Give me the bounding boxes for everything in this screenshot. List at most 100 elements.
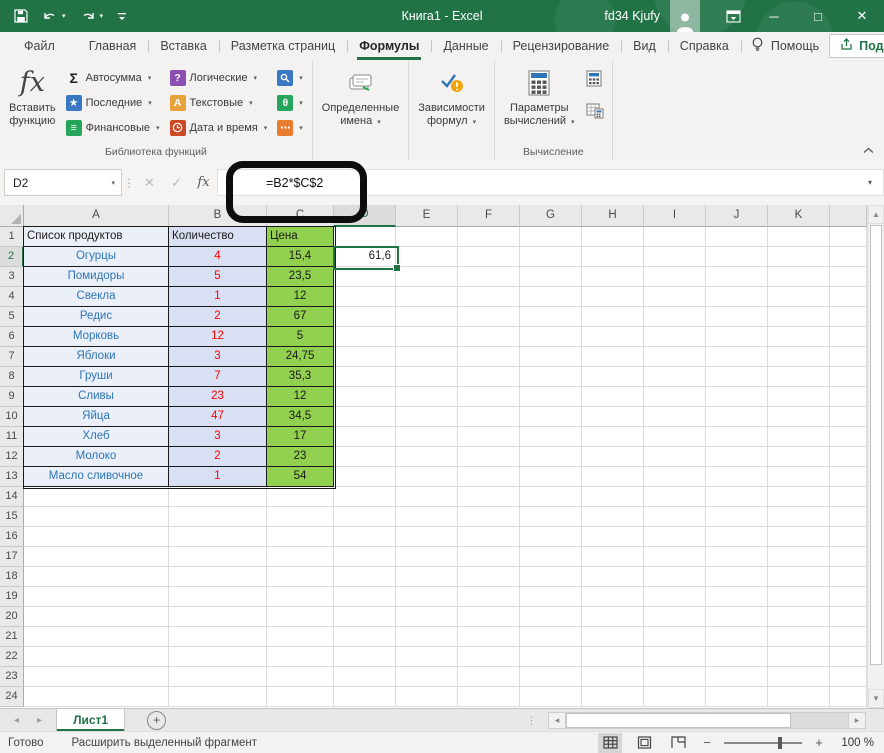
column-header-I[interactable]: I — [644, 205, 706, 227]
cell-F6[interactable] — [458, 327, 520, 347]
scroll-left-icon[interactable]: ◂ — [548, 712, 566, 729]
cell-A24[interactable] — [24, 687, 169, 707]
cell-partial-18[interactable] — [830, 567, 867, 587]
cell-J17[interactable] — [706, 547, 768, 567]
cell-F22[interactable] — [458, 647, 520, 667]
cell-K23[interactable] — [768, 667, 830, 687]
cell-partial-16[interactable] — [830, 527, 867, 547]
row-header-7[interactable]: 7 — [0, 347, 24, 367]
row-header-21[interactable]: 21 — [0, 627, 24, 647]
cell-A13[interactable]: Масло сливочное — [24, 467, 169, 487]
cell-E22[interactable] — [396, 647, 458, 667]
cell-A21[interactable] — [24, 627, 169, 647]
cell-D11[interactable] — [334, 427, 396, 447]
cell-A8[interactable]: Груши — [24, 367, 169, 387]
cell-B15[interactable] — [169, 507, 267, 527]
insert-function-fx-icon[interactable]: fx — [190, 170, 217, 195]
cell-D1[interactable] — [334, 227, 396, 247]
row-header-15[interactable]: 15 — [0, 507, 24, 527]
cell-I7[interactable] — [644, 347, 706, 367]
cell-J18[interactable] — [706, 567, 768, 587]
cell-H23[interactable] — [582, 667, 644, 687]
cell-J9[interactable] — [706, 387, 768, 407]
cell-F13[interactable] — [458, 467, 520, 487]
account-name[interactable]: fd34 Kjufy — [604, 9, 660, 23]
cell-B24[interactable] — [169, 687, 267, 707]
cell-I4[interactable] — [644, 287, 706, 307]
cell-B1[interactable]: Количество — [169, 227, 267, 247]
cell-J24[interactable] — [706, 687, 768, 707]
cell-I10[interactable] — [644, 407, 706, 427]
normal-view-icon[interactable] — [598, 733, 622, 753]
cell-E1[interactable] — [396, 227, 458, 247]
cell-J22[interactable] — [706, 647, 768, 667]
cell-H8[interactable] — [582, 367, 644, 387]
cell-E3[interactable] — [396, 267, 458, 287]
next-sheet-icon[interactable]: ▸ — [37, 715, 42, 726]
column-header-K[interactable]: K — [768, 205, 830, 227]
cell-F18[interactable] — [458, 567, 520, 587]
more-functions-button[interactable]: ⋯▾ — [272, 115, 308, 140]
cell-partial-14[interactable] — [830, 487, 867, 507]
tab-справка[interactable]: Справка — [668, 32, 741, 60]
cell-D24[interactable] — [334, 687, 396, 707]
текстовые-button[interactable]: AТекстовые▾ — [165, 90, 273, 115]
логические-button[interactable]: ?Логические▾ — [165, 65, 273, 90]
selection-mode-indicator[interactable]: Расширить выделенный фрагмент — [72, 737, 258, 749]
cell-H13[interactable] — [582, 467, 644, 487]
cell-K4[interactable] — [768, 287, 830, 307]
cell-C5[interactable]: 67 — [267, 307, 334, 327]
add-sheet-icon[interactable]: + — [147, 711, 166, 730]
cell-E17[interactable] — [396, 547, 458, 567]
row-header-20[interactable]: 20 — [0, 607, 24, 627]
cell-partial-17[interactable] — [830, 547, 867, 567]
row-header-8[interactable]: 8 — [0, 367, 24, 387]
user-avatar[interactable] — [670, 0, 700, 32]
cell-H7[interactable] — [582, 347, 644, 367]
cell-A6[interactable]: Морковь — [24, 327, 169, 347]
cell-D13[interactable] — [334, 467, 396, 487]
defined-names-button[interactable]: Определенныеимена ▾ — [317, 62, 404, 129]
cell-H15[interactable] — [582, 507, 644, 527]
name-box-dropdown-icon[interactable]: ▾ — [111, 179, 115, 187]
cell-J16[interactable] — [706, 527, 768, 547]
cell-A7[interactable]: Яблоки — [24, 347, 169, 367]
column-header-E[interactable]: E — [396, 205, 458, 227]
cell-G16[interactable] — [520, 527, 582, 547]
cell-E16[interactable] — [396, 527, 458, 547]
cell-B16[interactable] — [169, 527, 267, 547]
cell-K14[interactable] — [768, 487, 830, 507]
column-header-D[interactable]: D — [334, 205, 396, 227]
cell-G3[interactable] — [520, 267, 582, 287]
cell-C2[interactable]: 15,4 — [267, 247, 334, 267]
cell-J11[interactable] — [706, 427, 768, 447]
share-button[interactable]: Поделиться — [829, 34, 884, 58]
дата-и-время-button[interactable]: Дата и время▾ — [165, 115, 273, 140]
cell-E4[interactable] — [396, 287, 458, 307]
row-header-2[interactable]: 2 — [0, 247, 24, 267]
formula-bar-handle[interactable]: ⋮ — [122, 176, 136, 190]
cell-I6[interactable] — [644, 327, 706, 347]
column-header-J[interactable]: J — [706, 205, 768, 227]
cell-K21[interactable] — [768, 627, 830, 647]
cell-I21[interactable] — [644, 627, 706, 647]
cell-K17[interactable] — [768, 547, 830, 567]
cell-C14[interactable] — [267, 487, 334, 507]
cell-B19[interactable] — [169, 587, 267, 607]
cell-B6[interactable]: 12 — [169, 327, 267, 347]
финансовые-button[interactable]: ≡Финансовые▾ — [61, 115, 165, 140]
cell-A14[interactable] — [24, 487, 169, 507]
column-header-H[interactable]: H — [582, 205, 644, 227]
cell-I1[interactable] — [644, 227, 706, 247]
cell-B3[interactable]: 5 — [169, 267, 267, 287]
cell-D22[interactable] — [334, 647, 396, 667]
cell-I12[interactable] — [644, 447, 706, 467]
cell-F5[interactable] — [458, 307, 520, 327]
scroll-right-icon[interactable]: ▸ — [848, 712, 866, 729]
cell-F3[interactable] — [458, 267, 520, 287]
cell-C3[interactable]: 23,5 — [267, 267, 334, 287]
cell-B13[interactable]: 1 — [169, 467, 267, 487]
cell-I9[interactable] — [644, 387, 706, 407]
cell-H10[interactable] — [582, 407, 644, 427]
row-header-22[interactable]: 22 — [0, 647, 24, 667]
